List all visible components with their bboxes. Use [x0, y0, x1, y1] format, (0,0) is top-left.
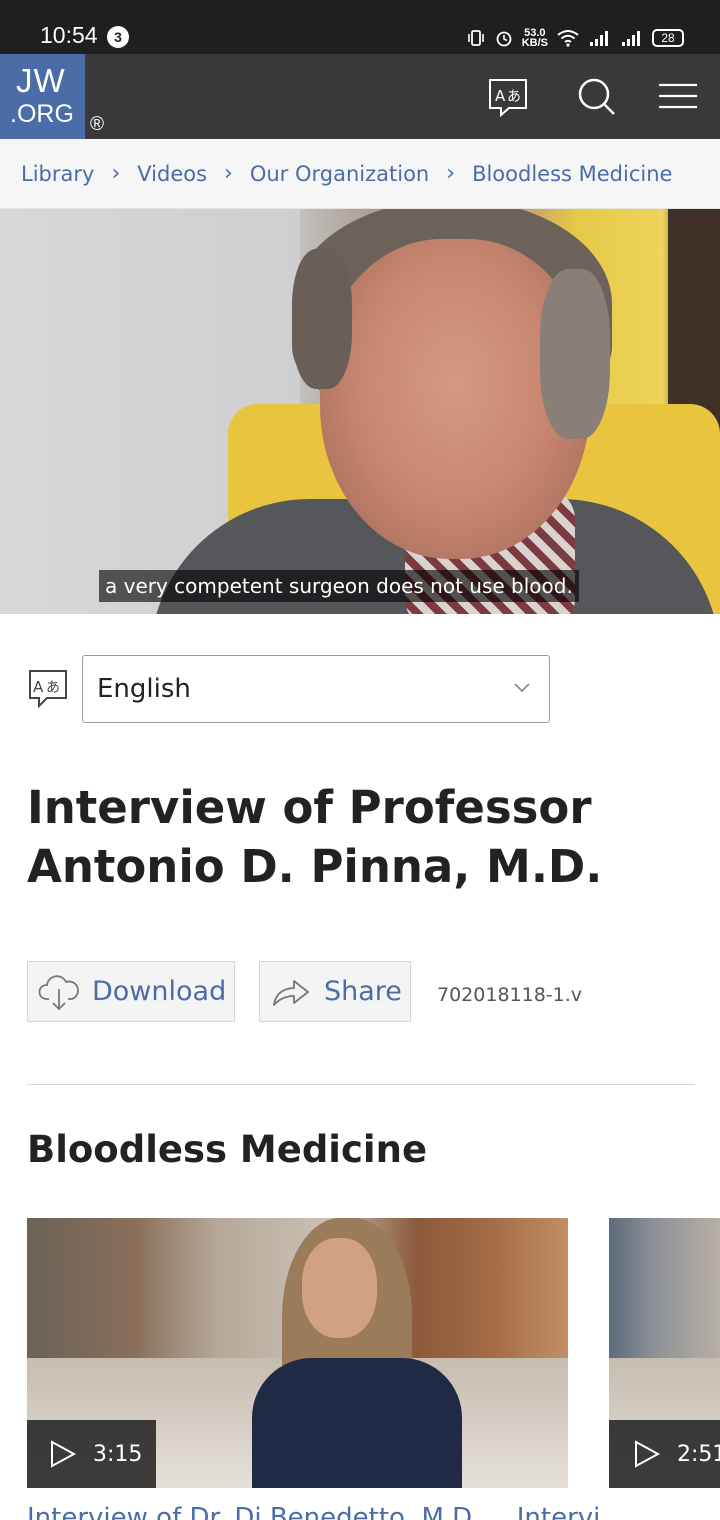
breadcrumb-separator-icon: › [224, 161, 233, 186]
status-icons: 53.0 KB/S 28 [466, 24, 684, 52]
site-header: JW .ORG ® A あ [0, 54, 720, 139]
notification-count-badge: 3 [107, 26, 129, 48]
video-duration: 3:15 [93, 1441, 143, 1467]
video-thumbnail-body [252, 1358, 462, 1488]
jw-org-logo[interactable]: JW .ORG [0, 54, 85, 139]
video-card[interactable]: 2:51 [609, 1218, 720, 1488]
breadcrumb-our-organization[interactable]: Our Organization [250, 162, 429, 186]
breadcrumb-separator-icon: › [446, 161, 456, 186]
play-icon [51, 1440, 77, 1468]
svg-text:あ: あ [507, 89, 521, 105]
video-frame-shadow [668, 209, 720, 419]
share-icon [273, 979, 309, 1006]
breadcrumb-library[interactable]: Library [21, 162, 94, 186]
video-frame-hair-left [292, 249, 352, 389]
video-card-title[interactable]: Interview of Dr. Di Benedetto, M.D. [27, 1505, 480, 1520]
registered-mark: ® [90, 114, 104, 135]
network-speed: 53.0 KB/S [521, 28, 548, 49]
logo-line-1: JW [16, 62, 66, 99]
section-title: Bloodless Medicine [27, 1128, 428, 1171]
video-thumbnail-face [302, 1238, 377, 1338]
media-code: 702018118-1.v [437, 984, 583, 1006]
divider [27, 1084, 695, 1085]
download-button[interactable]: Download [27, 961, 235, 1022]
vibrate-icon [467, 30, 484, 46]
video-subtitle: a very competent surgeon does not use bl… [99, 570, 579, 602]
breadcrumb: Library › Videos › Our Organization › Bl… [0, 139, 720, 209]
language-icon: A あ [29, 670, 67, 709]
download-label: Download [92, 976, 227, 1007]
breadcrumb-bloodless-medicine[interactable]: Bloodless Medicine [472, 162, 672, 186]
share-label: Share [324, 976, 402, 1007]
play-icon [635, 1440, 661, 1468]
video-duration: 2:51 [677, 1441, 720, 1467]
video-duration-badge: 3:15 [27, 1420, 157, 1488]
language-icon[interactable]: A あ [487, 76, 529, 118]
svg-text:A: A [33, 678, 44, 696]
page-title: Interview of Professor Antonio D. Pinna,… [27, 781, 603, 893]
svg-text:あ: あ [46, 680, 60, 696]
signal-icon [590, 31, 608, 46]
alarm-icon [496, 31, 512, 47]
breadcrumb-separator-icon: › [111, 161, 121, 186]
breadcrumb-videos[interactable]: Videos [137, 162, 207, 186]
status-time: 10:54 [40, 22, 98, 48]
status-bar: 10:54 3 53.0 KB/S 28 [0, 0, 720, 54]
video-duration-badge: 2:51 [609, 1420, 720, 1488]
search-icon[interactable] [576, 76, 618, 118]
language-select[interactable]: English [82, 655, 550, 723]
share-button[interactable]: Share [259, 961, 411, 1022]
language-select-value: English [97, 674, 191, 704]
network-speed-unit: KB/S [521, 37, 548, 49]
logo-line-2: .ORG [10, 100, 74, 128]
video-card-title[interactable]: Intervi [517, 1505, 601, 1520]
wifi-icon [557, 30, 579, 47]
cloud-download-icon [38, 974, 79, 1010]
battery-indicator: 28 [652, 29, 684, 47]
video-player[interactable]: a very competent surgeon does not use bl… [0, 209, 720, 614]
svg-text:A: A [495, 87, 506, 105]
chevron-down-icon [514, 683, 530, 693]
menu-icon[interactable] [657, 76, 699, 118]
video-card[interactable]: 3:15 [27, 1218, 568, 1488]
video-card-titles-peek: Interview of Dr. Di Benedetto, M.D. Inte… [27, 1505, 720, 1520]
video-frame-hair-right [540, 269, 610, 439]
signal-icon-2 [622, 31, 640, 46]
